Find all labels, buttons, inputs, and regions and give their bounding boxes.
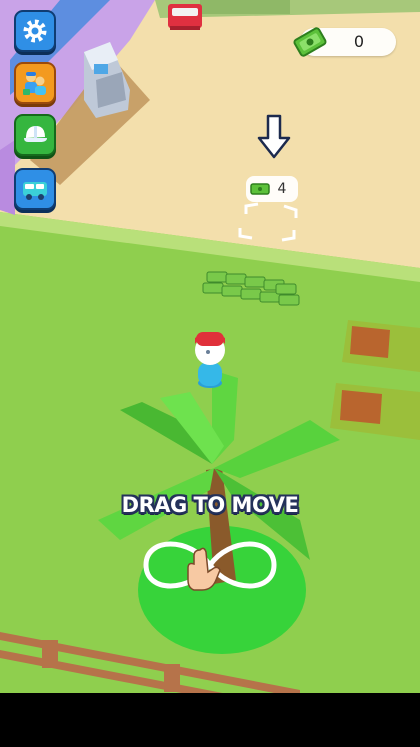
system-navigation-bar <box>0 693 420 747</box>
hire-staff-button[interactable] <box>14 62 56 104</box>
unlock-cost-value: 4 <box>277 181 287 197</box>
infinity-swipe-icon <box>143 541 277 591</box>
cash-icon <box>293 27 327 57</box>
cooler-box <box>168 4 202 30</box>
doorway <box>200 0 290 14</box>
gear-icon <box>23 19 47 43</box>
outfit-button[interactable] <box>14 114 56 156</box>
cap-icon <box>24 126 47 142</box>
drag-to-move-hint: DRAG TO MOVE <box>121 493 299 517</box>
game-world[interactable] <box>0 0 420 747</box>
cash-icon <box>250 183 270 195</box>
settings-button[interactable] <box>14 10 56 52</box>
hand-pointer-icon <box>187 547 221 591</box>
workers-icon <box>23 72 46 95</box>
van-icon <box>23 182 47 200</box>
game-viewport[interactable]: 0 4 DRAG TO MOVE <box>0 0 420 747</box>
cash-amount: 0 <box>353 32 365 51</box>
down-arrow-icon <box>257 114 291 159</box>
player-character <box>195 332 225 388</box>
vehicle-button[interactable] <box>14 168 56 210</box>
side-wall-purple <box>0 140 15 215</box>
